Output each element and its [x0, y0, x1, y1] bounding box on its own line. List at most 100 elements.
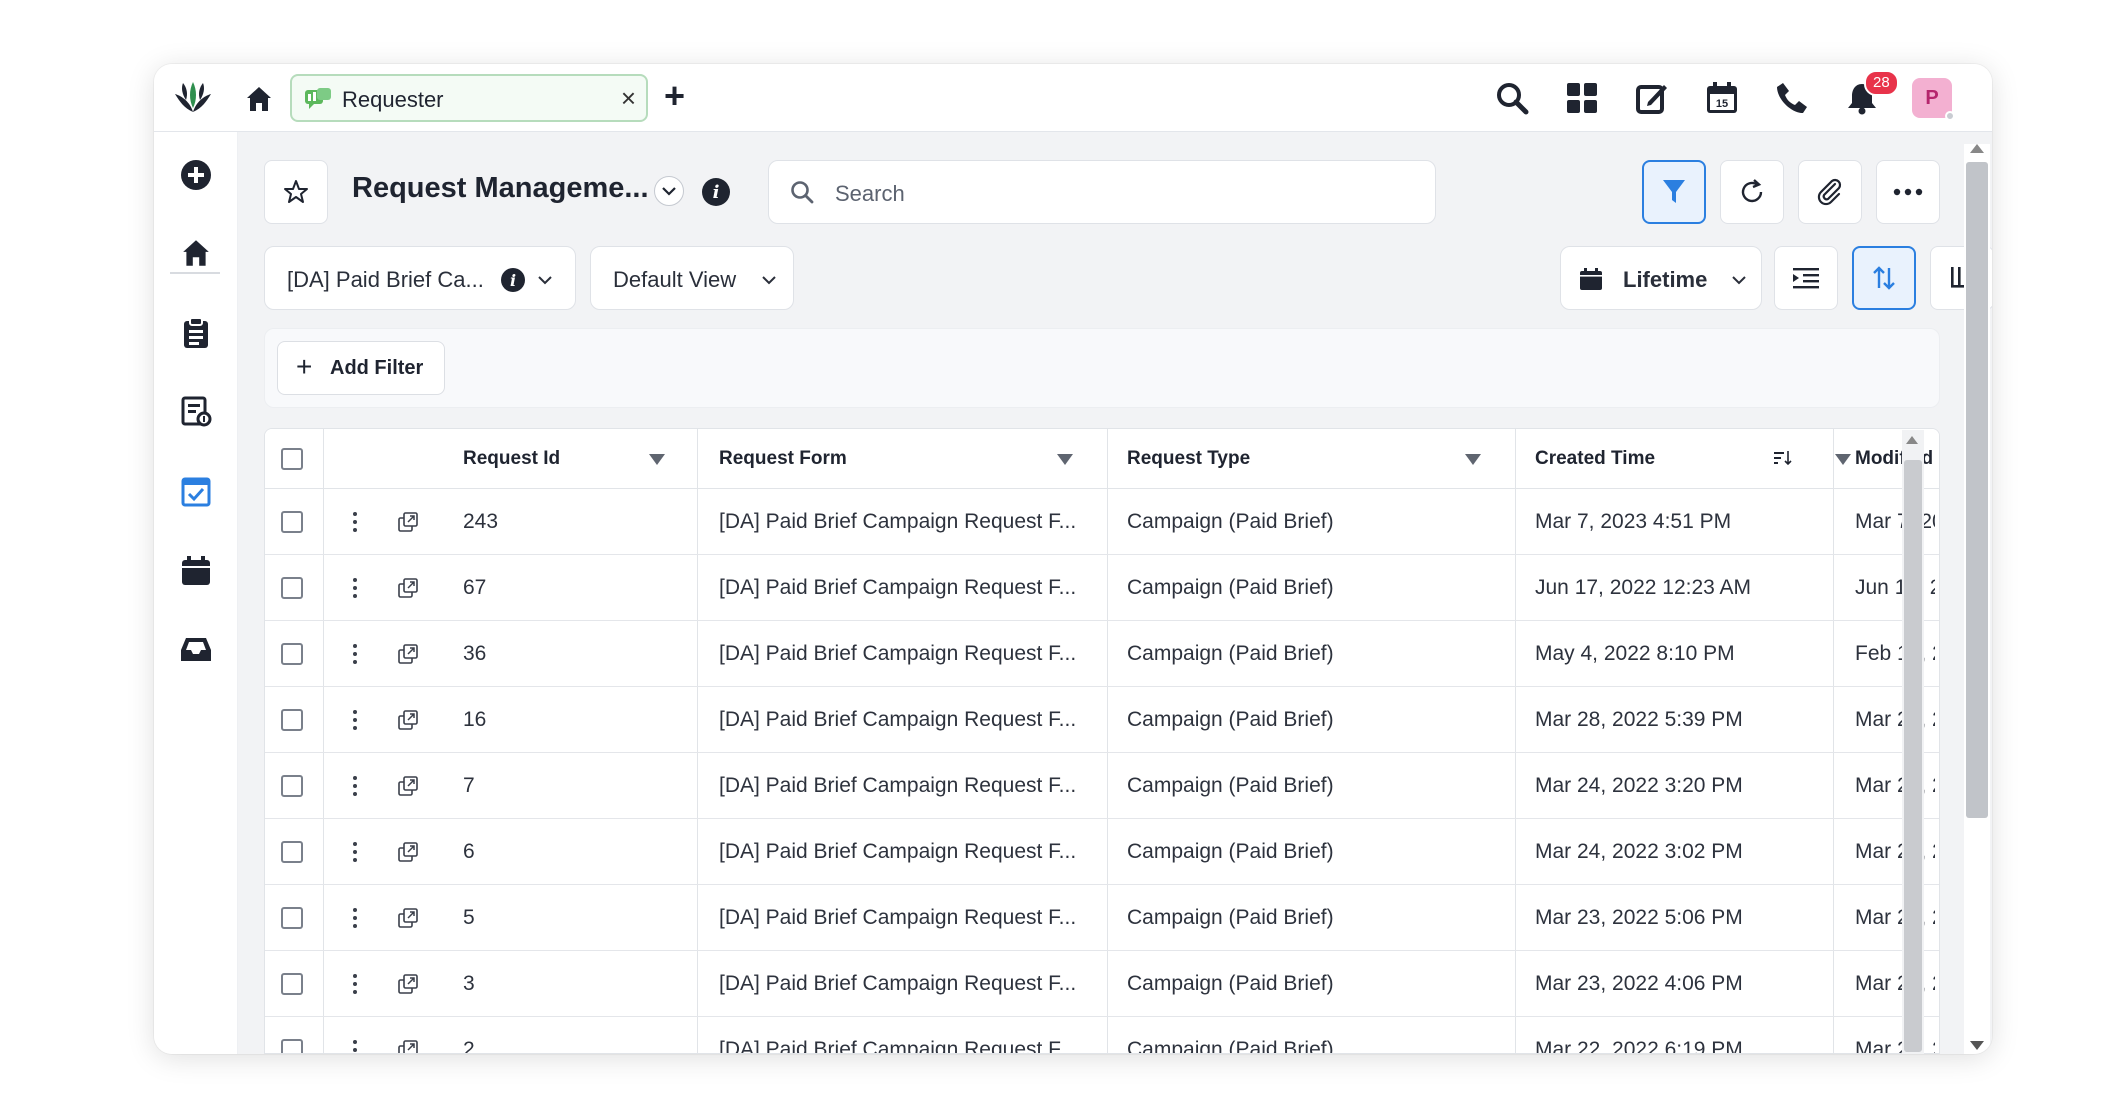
- header-request-form[interactable]: Request Form: [719, 429, 847, 488]
- home-icon[interactable]: [175, 232, 217, 274]
- checkbox[interactable]: [281, 708, 303, 731]
- open-in-new-icon[interactable]: [397, 577, 419, 599]
- checkbox[interactable]: [281, 972, 303, 995]
- checkbox[interactable]: [281, 642, 303, 665]
- row-select[interactable]: [281, 819, 303, 884]
- row-menu-icon[interactable]: [353, 578, 357, 598]
- scroll-thumb[interactable]: [1904, 460, 1922, 1052]
- open-in-new-icon[interactable]: [397, 1039, 419, 1054]
- request-id-filter-icon[interactable]: [649, 454, 665, 465]
- row-menu-icon[interactable]: [353, 908, 357, 928]
- cell-request-id[interactable]: 243: [463, 489, 498, 554]
- add-circle-icon[interactable]: [175, 154, 217, 196]
- table-row[interactable]: 16 [DA] Paid Brief Campaign Request F... C…: [265, 687, 1939, 753]
- scroll-down-arrow[interactable]: [1970, 1041, 1984, 1050]
- search-input[interactable]: Search: [768, 160, 1436, 224]
- scroll-thumb[interactable]: [1966, 162, 1988, 818]
- row-select[interactable]: [281, 687, 303, 752]
- row-select[interactable]: [281, 555, 303, 620]
- row-menu-icon[interactable]: [353, 1040, 357, 1053]
- cell-request-id[interactable]: 3: [463, 951, 475, 1016]
- cell-request-id[interactable]: 7: [463, 753, 475, 818]
- open-in-new-icon[interactable]: [397, 643, 419, 665]
- title-dropdown-button[interactable]: [654, 176, 684, 206]
- open-in-new-icon[interactable]: [397, 709, 419, 731]
- table-row[interactable]: 243 [DA] Paid Brief Campaign Request F...…: [265, 489, 1939, 555]
- checkbox[interactable]: [281, 1038, 303, 1053]
- phone-icon[interactable]: [1772, 78, 1812, 118]
- attachment-button[interactable]: [1798, 160, 1862, 224]
- scroll-up-arrow[interactable]: [1906, 436, 1918, 444]
- header-created-time[interactable]: Created Time: [1535, 429, 1655, 488]
- checkbox[interactable]: [281, 447, 303, 470]
- checkbox[interactable]: [281, 576, 303, 599]
- search-icon[interactable]: [1492, 78, 1532, 118]
- scroll-up-arrow[interactable]: [1970, 144, 1984, 153]
- report-icon[interactable]: [175, 390, 217, 432]
- cell-request-id[interactable]: 2: [463, 1017, 475, 1054]
- compose-icon[interactable]: [1632, 78, 1672, 118]
- row-select[interactable]: [281, 885, 303, 950]
- header-request-type[interactable]: Request Type: [1127, 429, 1250, 488]
- brand-logo-icon[interactable]: [172, 78, 214, 118]
- request-form-filter-icon[interactable]: [1057, 454, 1073, 465]
- refresh-button[interactable]: [1720, 160, 1784, 224]
- sort-button[interactable]: [1852, 246, 1916, 310]
- row-select[interactable]: [281, 753, 303, 818]
- clipboard-icon[interactable]: [175, 312, 217, 354]
- header-request-id[interactable]: Request Id: [463, 429, 560, 488]
- cell-request-id[interactable]: 5: [463, 885, 475, 950]
- grid-icon[interactable]: [1562, 78, 1602, 118]
- avatar[interactable]: P: [1912, 78, 1955, 121]
- form-select[interactable]: [DA] Paid Brief Ca... i: [264, 246, 576, 310]
- calendar-icon[interactable]: [175, 550, 217, 592]
- info-icon[interactable]: i: [702, 178, 730, 206]
- row-menu-icon[interactable]: [353, 842, 357, 862]
- bell-icon[interactable]: 28: [1842, 70, 1899, 118]
- row-select[interactable]: [281, 489, 303, 554]
- row-select[interactable]: [281, 1017, 303, 1053]
- table-scrollbar[interactable]: [1902, 430, 1924, 1054]
- checkbox[interactable]: [281, 906, 303, 929]
- row-density-button[interactable]: [1774, 246, 1838, 310]
- table-row[interactable]: 5 [DA] Paid Brief Campaign Request F... Ca…: [265, 885, 1939, 951]
- sort-descending-icon[interactable]: [1773, 449, 1793, 467]
- tab-requester[interactable]: Requester ×: [290, 74, 648, 122]
- open-in-new-icon[interactable]: [397, 841, 419, 863]
- row-menu-icon[interactable]: [353, 644, 357, 664]
- page-scrollbar[interactable]: [1964, 144, 1990, 1054]
- row-menu-icon[interactable]: [353, 776, 357, 796]
- table-row[interactable]: 6 [DA] Paid Brief Campaign Request F... Ca…: [265, 819, 1939, 885]
- row-menu-icon[interactable]: [353, 512, 357, 532]
- calendar-icon[interactable]: 15: [1702, 78, 1742, 118]
- checklist-calendar-icon[interactable]: [175, 470, 217, 512]
- open-in-new-icon[interactable]: [397, 511, 419, 533]
- row-select[interactable]: [281, 951, 303, 1016]
- inbox-icon[interactable]: [175, 628, 217, 670]
- request-type-filter-icon[interactable]: [1465, 454, 1481, 465]
- open-in-new-icon[interactable]: [397, 907, 419, 929]
- table-row[interactable]: 2 [DA] Paid Brief Campaign Request F... Ca…: [265, 1017, 1939, 1054]
- table-row[interactable]: 67 [DA] Paid Brief Campaign Request F... C…: [265, 555, 1939, 621]
- created-time-filter-icon[interactable]: [1835, 454, 1851, 465]
- row-menu-icon[interactable]: [353, 710, 357, 730]
- tab-close-icon[interactable]: ×: [621, 84, 636, 112]
- cell-request-id[interactable]: 67: [463, 555, 486, 620]
- date-range-select[interactable]: Lifetime: [1560, 246, 1762, 310]
- row-select[interactable]: [281, 621, 303, 686]
- view-select[interactable]: Default View: [590, 246, 794, 310]
- more-options-button[interactable]: [1876, 160, 1940, 224]
- checkbox[interactable]: [281, 774, 303, 797]
- select-all-checkbox[interactable]: [281, 429, 303, 488]
- home-icon[interactable]: [244, 84, 274, 114]
- cell-request-id[interactable]: 36: [463, 621, 486, 686]
- checkbox[interactable]: [281, 510, 303, 533]
- form-info-icon[interactable]: i: [501, 268, 525, 292]
- table-row[interactable]: 3 [DA] Paid Brief Campaign Request F... Ca…: [265, 951, 1939, 1017]
- checkbox[interactable]: [281, 840, 303, 863]
- new-tab-button[interactable]: +: [664, 78, 685, 114]
- table-row[interactable]: 36 [DA] Paid Brief Campaign Request F... C…: [265, 621, 1939, 687]
- add-filter-button[interactable]: + Add Filter: [277, 341, 445, 395]
- open-in-new-icon[interactable]: [397, 775, 419, 797]
- table-row[interactable]: 7 [DA] Paid Brief Campaign Request F... Ca…: [265, 753, 1939, 819]
